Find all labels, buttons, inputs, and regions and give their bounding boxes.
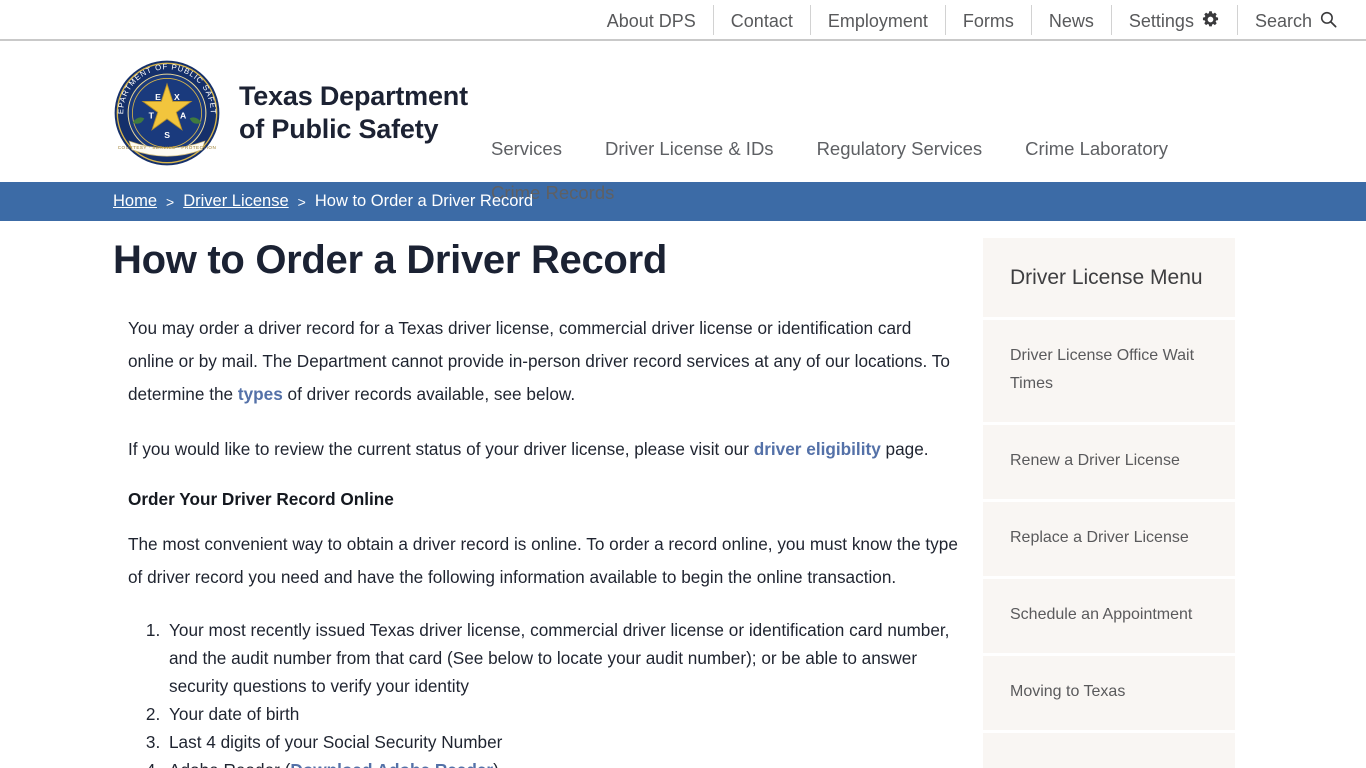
main-nav-item-driver-license-ids[interactable]: Driver License & IDs [605,127,788,171]
sidebar-driver-license-menu: Driver License Menu Driver License Offic… [983,238,1235,768]
main-content: How to Order a Driver Record You may ord… [113,238,973,768]
sidebar-item-office-wait-times[interactable]: Driver License Office Wait Times [983,319,1235,425]
svg-text:A: A [180,110,186,120]
svg-text:E: E [155,92,161,102]
utility-nav-bar: About DPS Contact Employment Forms News … [0,0,1366,41]
search-icon[interactable] [1319,10,1338,29]
utility-nav-label: Settings [1128,10,1194,31]
download-adobe-reader-link[interactable]: Download Adobe Reader [290,760,493,768]
utility-nav-label: Search [1254,10,1312,31]
eligibility-paragraph: If you would like to review the current … [113,433,958,466]
requirements-list: Your most recently issued Texas driver l… [113,616,973,768]
eligibility-text-b: page. [880,439,929,459]
svg-text:T: T [149,110,155,120]
main-nav-item-regulatory-services[interactable]: Regulatory Services [817,127,997,171]
main-nav: Services Driver License & IDs Regulatory… [491,49,1191,215]
driver-eligibility-link[interactable]: driver eligibility [754,439,881,459]
utility-nav-label: Forms [962,10,1014,31]
utility-nav-label: About DPS [606,10,696,31]
list-item: Your most recently issued Texas driver l… [165,616,973,700]
section-subheading: Order Your Driver Record Online [128,489,394,509]
utility-nav-item-settings[interactable]: Settings [1112,4,1238,35]
svg-text:COURTESY · SERVICE · PROTECTIO: COURTESY · SERVICE · PROTECTION [118,145,217,150]
list-item: Adobe Reader (Download Adobe Reader) [165,756,973,768]
breadcrumb-separator: > [166,193,175,210]
list-item-text: Adobe Reader ( [169,760,290,768]
utility-nav-label: Contact [730,10,793,31]
page-body: How to Order a Driver Record You may ord… [0,221,1366,768]
utility-nav-item-about-dps[interactable]: About DPS [590,4,714,35]
list-item: Your date of birth [165,700,973,728]
breadcrumb-link-driver-license[interactable]: Driver License [183,192,288,211]
site-masthead: DEPARTMENT OF PUBLIC SAFETY E X T A S CO… [0,41,1366,203]
site-brand[interactable]: DEPARTMENT OF PUBLIC SAFETY E X T A S CO… [113,49,491,167]
svg-text:S: S [164,130,170,140]
utility-nav-item-contact[interactable]: Contact [714,4,811,35]
sidebar-item-renew-driver-license[interactable]: Renew a Driver License [983,424,1235,502]
sidebar-item-moving-to-texas[interactable]: Moving to Texas [983,655,1235,733]
gear-icon[interactable] [1201,10,1220,29]
utility-nav-item-employment[interactable]: Employment [811,4,946,35]
breadcrumb-separator: > [297,193,306,210]
brand-line-2: of Public Safety [239,114,439,144]
utility-nav-item-news[interactable]: News [1032,4,1112,35]
utility-nav-item-forms[interactable]: Forms [946,4,1032,35]
sidebar-title: Driver License Menu [983,238,1235,320]
brand-wordmark: Texas Department of Public Safety [239,80,468,146]
main-nav-item-crime-laboratory[interactable]: Crime Laboratory [1025,127,1182,171]
dps-seal-icon: DEPARTMENT OF PUBLIC SAFETY E X T A S CO… [113,59,220,166]
brand-line-1: Texas Department [239,81,468,112]
utility-nav-item-search[interactable]: Search [1238,5,1348,35]
intro-paragraph: You may order a driver record for a Texa… [113,312,958,411]
intro-text-b: of driver records available, see below. [282,384,576,404]
sidebar-item-replace-driver-license[interactable]: Replace a Driver License [983,501,1235,579]
eligibility-text-a: If you would like to review the current … [128,439,754,459]
breadcrumb-link-home[interactable]: Home [113,192,157,211]
utility-nav-label: News [1048,10,1094,31]
list-item: Last 4 digits of your Social Security Nu… [165,728,973,756]
breadcrumb-current-page: How to Order a Driver Record [314,192,534,210]
online-order-paragraph: The most convenient way to obtain a driv… [128,534,958,587]
utility-nav-label: Employment [827,10,928,31]
utility-nav-list: About DPS Contact Employment Forms News … [590,4,1348,35]
sidebar-item-schedule-appointment[interactable]: Schedule an Appointment [983,578,1235,656]
main-nav-item-services[interactable]: Services [491,127,576,171]
svg-text:X: X [174,92,180,102]
page-title: How to Order a Driver Record [113,238,667,282]
types-link[interactable]: types [238,384,283,404]
list-item-suffix: ) [493,760,499,768]
